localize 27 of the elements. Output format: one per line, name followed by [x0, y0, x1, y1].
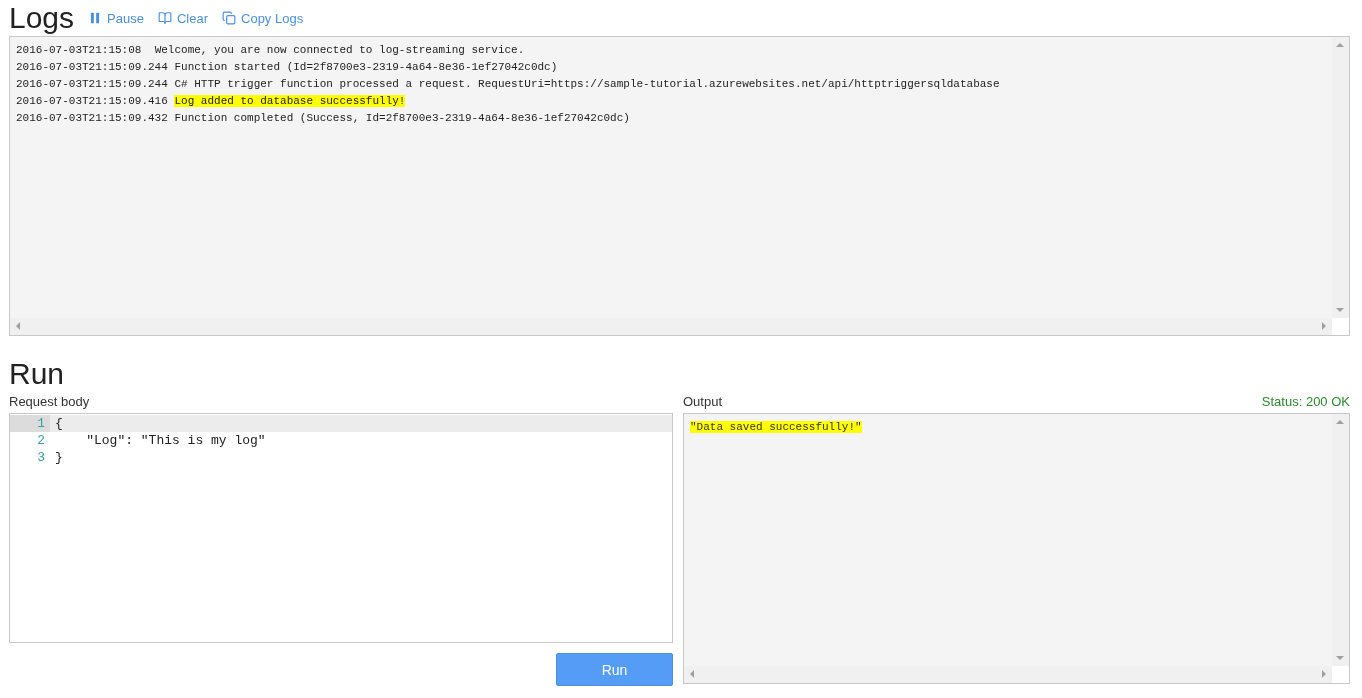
pause-link[interactable]: Pause: [88, 10, 144, 26]
copy-link[interactable]: Copy Logs: [222, 10, 304, 26]
run-heading: Run: [9, 356, 66, 392]
vertical-scrollbar[interactable]: [1332, 37, 1349, 318]
code-editor[interactable]: 1 { 2 "Log": "This is my log" 3 }: [9, 413, 673, 643]
clear-link[interactable]: Clear: [157, 10, 208, 26]
code-line: }: [54, 449, 63, 466]
book-icon: [157, 11, 172, 25]
run-button[interactable]: Run: [556, 653, 673, 686]
logs-heading: Logs: [9, 0, 75, 36]
log-line: 2016-07-03T21:15:09.432 Function completed (Success, Id=2f8700e3-2319-4a64-8e36-1ef27042c0dc): [16, 111, 631, 126]
code-line: {: [54, 415, 63, 432]
line-number: 1: [10, 415, 50, 432]
output-text: "Data saved successfully!": [690, 421, 862, 433]
horizontal-scrollbar[interactable]: [684, 666, 1332, 683]
output-label: Output: [683, 394, 723, 409]
code-line: "Log": "This is my log": [85, 432, 266, 449]
log-line: 2016-07-03T21:15:08 Welcome, you are now connected to log-streaming service.: [16, 43, 526, 58]
horizontal-scrollbar[interactable]: [10, 318, 1332, 335]
request-body-label: Request body: [9, 394, 90, 409]
log-line: 2016-07-03T21:15:09.244 Function started (Id=2f8700e3-2319-4a64-8e36-1ef27042c0dc): [16, 60, 559, 75]
status-text: Status: 200 OK: [1261, 394, 1350, 409]
log-line: 2016-07-03T21:15:09.244 C# HTTP trigger function processed a request. RequestUri=https://sample-tutorial.azurewebsites.net/api/httptriggersqldatabase: [16, 77, 1001, 92]
vertical-scrollbar[interactable]: [1332, 414, 1349, 666]
line-number: 2: [36, 432, 46, 449]
line-number: 3: [36, 449, 46, 466]
copy-icon: [222, 11, 236, 25]
